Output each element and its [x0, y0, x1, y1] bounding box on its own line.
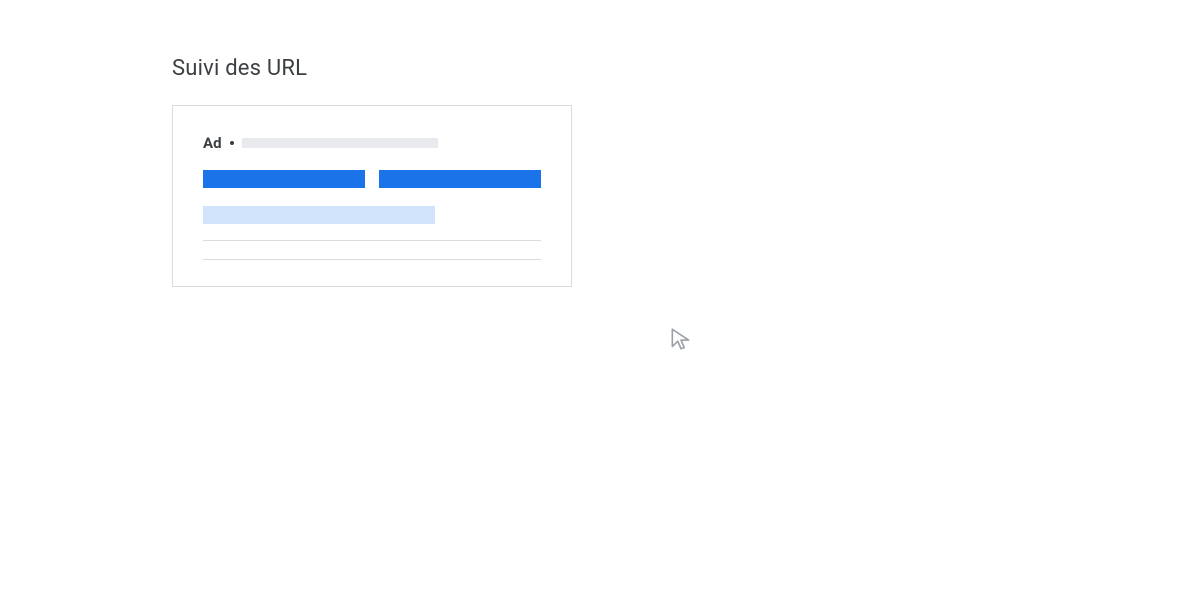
separator-dot — [230, 141, 234, 145]
url-tracking-diagram: Suivi des URL Ad — [172, 56, 572, 287]
title-placeholder-2 — [379, 170, 541, 188]
divider-line-2 — [203, 259, 541, 260]
cursor-icon — [668, 326, 694, 356]
ad-title-row — [203, 170, 541, 188]
divider-line-1 — [203, 240, 541, 241]
section-heading: Suivi des URL — [172, 56, 572, 81]
url-placeholder-bar — [242, 138, 438, 148]
ad-preview-card: Ad — [172, 105, 572, 287]
title-placeholder-1 — [203, 170, 365, 188]
ad-label-row: Ad — [203, 134, 541, 152]
ad-badge-label: Ad — [203, 134, 222, 152]
description-placeholder — [203, 206, 435, 224]
